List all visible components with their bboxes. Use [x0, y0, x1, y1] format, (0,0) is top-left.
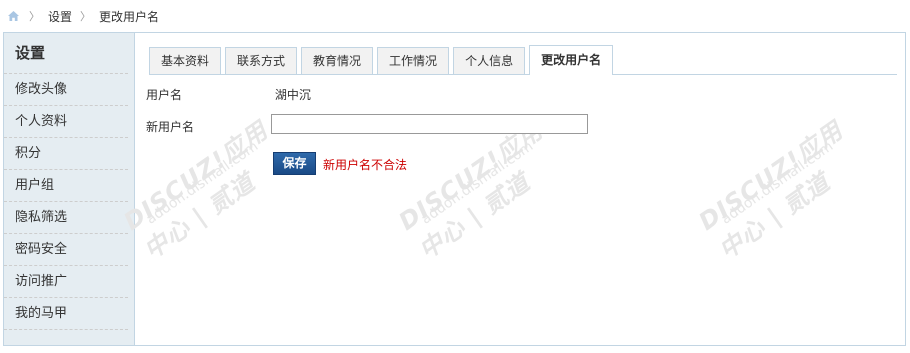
username-row: 用户名 湖中沉	[146, 86, 311, 103]
username-label: 用户名	[146, 88, 183, 102]
breadcrumb-separator: 〉	[29, 10, 40, 23]
error-message: 新用户名不合法	[323, 158, 408, 172]
tab-personal-info[interactable]: 个人信息	[453, 47, 526, 74]
new-username-label: 新用户名	[146, 120, 195, 134]
tab-work[interactable]: 工作情况	[377, 47, 450, 74]
save-button[interactable]: 保存	[273, 152, 316, 175]
breadcrumb-item-settings[interactable]: 设置	[48, 8, 72, 25]
home-icon[interactable]	[7, 10, 21, 22]
tab-education[interactable]: 教育情况	[301, 47, 374, 74]
sidebar-item-credits[interactable]: 积分	[4, 138, 128, 170]
tab-contact[interactable]: 联系方式	[225, 47, 298, 74]
sidebar-item-profile[interactable]: 个人资料	[4, 106, 128, 138]
watermark: DISCUZ!应用中心 | 贰道 addon.dismall.com	[693, 116, 848, 265]
new-username-row: 新用户名	[146, 118, 271, 135]
tab-basic-info[interactable]: 基本资料	[149, 47, 222, 74]
settings-tabs: 基本资料 联系方式 教育情况 工作情况 个人信息 更改用户名	[149, 44, 897, 75]
tab-change-username[interactable]: 更改用户名	[529, 45, 614, 75]
breadcrumb-item-current: 更改用户名	[99, 9, 160, 24]
username-value: 湖中沉	[274, 88, 311, 102]
sidebar-item-usergroup[interactable]: 用户组	[4, 170, 128, 202]
sidebar-item-avatar[interactable]: 修改头像	[4, 74, 128, 106]
sidebar-menu: 修改头像 个人资料 积分 用户组 隐私筛选 密码安全 访问推广 我的马甲	[4, 74, 134, 330]
sidebar-item-promotion[interactable]: 访问推广	[4, 266, 128, 298]
sidebar-item-vest[interactable]: 我的马甲	[4, 298, 128, 330]
sidebar-title: 设置	[4, 33, 128, 74]
settings-panel: 设置 修改头像 个人资料 积分 用户组 隐私筛选 密码安全 访问推广 我的马甲 …	[3, 32, 906, 346]
settings-sidebar: 设置 修改头像 个人资料 积分 用户组 隐私筛选 密码安全 访问推广 我的马甲	[4, 33, 135, 345]
watermark: DISCUZ!应用中心 | 贰道 addon.dismall.com	[393, 116, 548, 265]
sidebar-item-privacy[interactable]: 隐私筛选	[4, 202, 128, 234]
main-content: DISCUZ!应用中心 | 贰道 addon.dismall.com DISCUZ…	[119, 33, 905, 345]
breadcrumb-separator: 〉	[80, 10, 92, 23]
sidebar-item-password[interactable]: 密码安全	[4, 234, 128, 266]
new-username-input[interactable]	[271, 114, 588, 134]
breadcrumb: 〉 设置 〉 更改用户名	[0, 0, 910, 32]
